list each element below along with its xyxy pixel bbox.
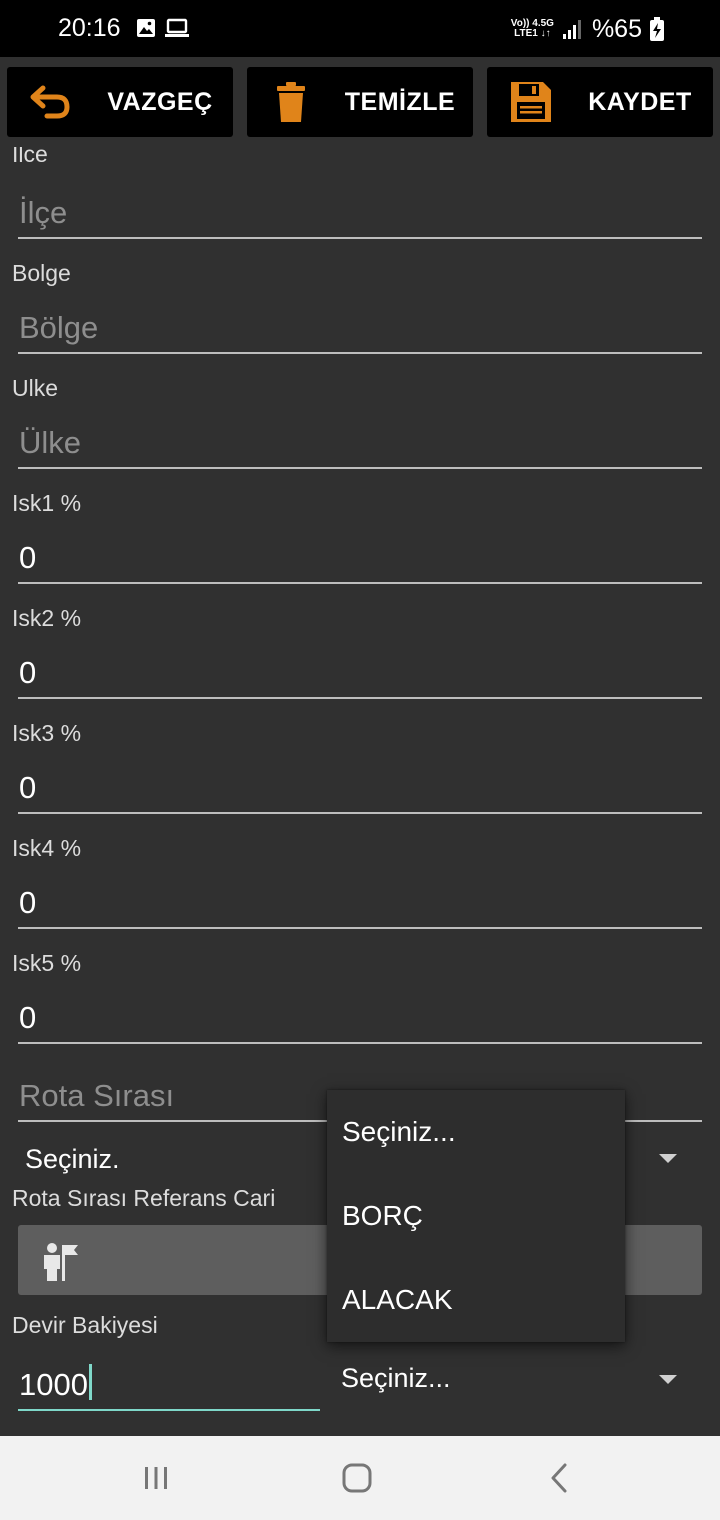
status-time: 20:16 <box>58 14 121 42</box>
person-flag-icon <box>44 1243 78 1281</box>
devir-bakiyesi-field[interactable]: 1000 <box>18 1361 320 1411</box>
isk1-label: Isk1 % <box>12 490 82 516</box>
ulke-field[interactable]: Ülke <box>18 419 702 469</box>
isk1-field[interactable]: 0 <box>18 534 702 584</box>
isk5-value: 0 <box>19 1000 37 1035</box>
battery-charging-icon <box>650 17 664 41</box>
isk4-value: 0 <box>19 885 37 920</box>
isk3-field[interactable]: 0 <box>18 764 702 814</box>
floppy-disk-icon <box>511 82 551 122</box>
isk5-field[interactable]: 0 <box>18 994 702 1044</box>
bolge-label: Bolge <box>12 260 71 286</box>
clear-label: TEMİZLE <box>344 88 456 116</box>
trash-icon <box>277 82 305 122</box>
dropdown-option-seciniz[interactable]: Seçiniz... <box>327 1090 625 1174</box>
devir-type-spinner[interactable]: Seçiniz... <box>341 1363 691 1403</box>
devir-bakiyesi-value-wrap: 1000 <box>19 1364 92 1403</box>
recent-apps-icon[interactable] <box>136 1458 176 1498</box>
save-button[interactable]: KAYDET <box>487 67 713 137</box>
ilce-placeholder: İlçe <box>19 195 68 230</box>
dropdown-option-alacak[interactable]: ALACAK <box>327 1258 625 1342</box>
rota-sirasi-placeholder: Rota Sırası <box>19 1078 175 1113</box>
action-toolbar: VAZGEÇ TEMİZLE KAYDET <box>0 57 720 147</box>
isk1-value: 0 <box>19 540 37 575</box>
chevron-down-icon <box>659 1154 677 1163</box>
dropdown-popup: Seçiniz... BORÇ ALACAK <box>327 1090 625 1342</box>
isk4-label: Isk4 % <box>12 835 82 861</box>
image-icon <box>137 19 155 37</box>
rota-ref-label: Rota Sırası Referans Cari <box>12 1185 276 1211</box>
chevron-down-icon <box>659 1375 677 1384</box>
network-lte: LTE1 ↓↑ <box>514 28 551 39</box>
navigation-bar <box>0 1436 720 1520</box>
isk2-field[interactable]: 0 <box>18 649 702 699</box>
isk3-label: Isk3 % <box>12 720 82 746</box>
home-icon[interactable] <box>337 1458 377 1498</box>
network-indicator: Vo)) 4.5G LTE1 ↓↑ <box>511 19 554 39</box>
bolge-placeholder: Bölge <box>19 310 99 345</box>
isk2-label: Isk2 % <box>12 605 82 631</box>
laptop-icon <box>165 18 189 37</box>
cancel-label: VAZGEÇ <box>107 88 213 116</box>
save-label: KAYDET <box>588 88 692 116</box>
cancel-button[interactable]: VAZGEÇ <box>7 67 233 137</box>
clear-button[interactable]: TEMİZLE <box>247 67 473 137</box>
isk4-field[interactable]: 0 <box>18 879 702 929</box>
devir-bakiyesi-label: Devir Bakiyesi <box>12 1312 158 1338</box>
devir-bakiyesi-value: 1000 <box>19 1367 88 1402</box>
isk5-label: Isk5 % <box>12 950 82 976</box>
isk2-value: 0 <box>19 655 37 690</box>
status-bar: 20:16 Vo)) 4.5G LTE1 ↓↑ %65 <box>0 0 720 57</box>
status-right: Vo)) 4.5G LTE1 ↓↑ %65 <box>511 14 664 44</box>
ulke-label: Ulke <box>12 375 59 401</box>
ilce-label: Ilce <box>12 147 48 167</box>
isk3-value: 0 <box>19 770 37 805</box>
devir-type-value: Seçiniz... <box>341 1363 451 1393</box>
rota-spinner-value: Seçiniz. <box>25 1144 120 1174</box>
back-icon[interactable] <box>540 1458 580 1498</box>
undo-icon <box>30 85 70 119</box>
ilce-field[interactable]: İlçe <box>18 189 702 239</box>
signal-icon <box>562 20 581 39</box>
bolge-field[interactable]: Bölge <box>18 304 702 354</box>
text-cursor <box>88 1364 92 1400</box>
ulke-placeholder: Ülke <box>19 425 82 460</box>
dropdown-option-borc[interactable]: BORÇ <box>327 1174 625 1258</box>
battery-percent: %65 <box>591 14 642 43</box>
